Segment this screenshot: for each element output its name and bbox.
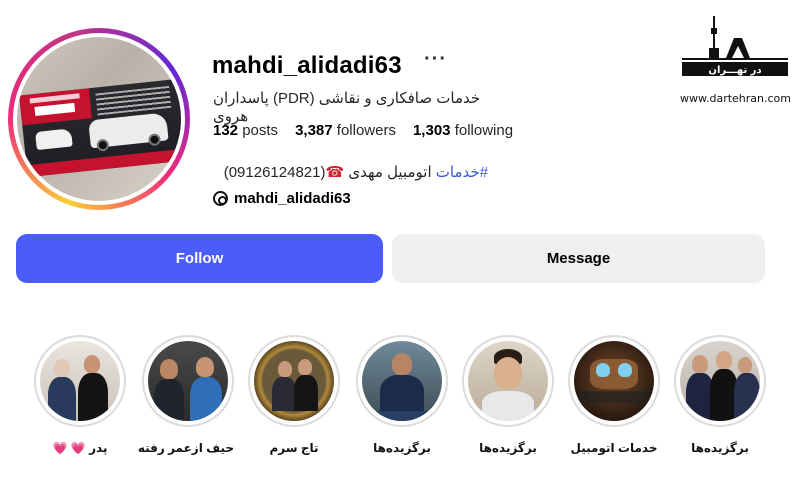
highlight-7-image [40, 341, 120, 421]
message-button[interactable]: Message [392, 234, 765, 283]
highlight-4-image [362, 341, 442, 421]
logo-text: در تهـــران [708, 65, 761, 76]
highlight-3-image [468, 341, 548, 421]
profile-category: خدمات صافکاری و نقاشی (PDR) پاسداران هرو… [213, 90, 481, 125]
highlight-4[interactable]: برگزیده‌ها [356, 335, 448, 455]
profile-username: mahdi_alidadi63 [212, 52, 402, 79]
highlight-3[interactable]: برگزیده‌ها [462, 335, 554, 455]
profile-stats: 132 posts 3,387 followers 1,303 followin… [213, 122, 513, 139]
highlight-5[interactable]: تاج سرم [248, 335, 340, 455]
highlight-1[interactable]: برگزیده‌ها [674, 335, 766, 455]
follow-button[interactable]: Follow [16, 234, 383, 283]
phone-icon: ☎ [325, 164, 345, 181]
following-stat[interactable]: 1,303 following [413, 122, 513, 139]
highlight-7[interactable]: پدر 💗 💗 [34, 335, 126, 455]
profile-avatar[interactable] [8, 28, 190, 210]
threads-icon [213, 191, 228, 206]
highlight-2-image [574, 341, 654, 421]
highlight-2[interactable]: خدمات اتومبیل [568, 335, 660, 455]
hashtag-link[interactable]: #خدمات [436, 164, 488, 181]
more-options-icon[interactable]: ··· [424, 48, 447, 71]
highlight-1-image [680, 341, 760, 421]
posts-stat[interactable]: 132 posts [213, 122, 278, 139]
highlight-6-image [148, 341, 228, 421]
followers-stat[interactable]: 3,387 followers [295, 122, 396, 139]
threads-link[interactable]: mahdi_alidadi63 [213, 190, 351, 207]
business-card-image [19, 78, 181, 178]
logo-url: www.dartehran.com [680, 92, 791, 105]
highlight-6[interactable]: حیف ازعمر رفته [138, 335, 234, 455]
profile-bio: #خدمات اتومبیل مهدی ☎(09126124821) [223, 164, 488, 181]
avatar-image [17, 37, 181, 201]
highlight-5-image [254, 341, 334, 421]
